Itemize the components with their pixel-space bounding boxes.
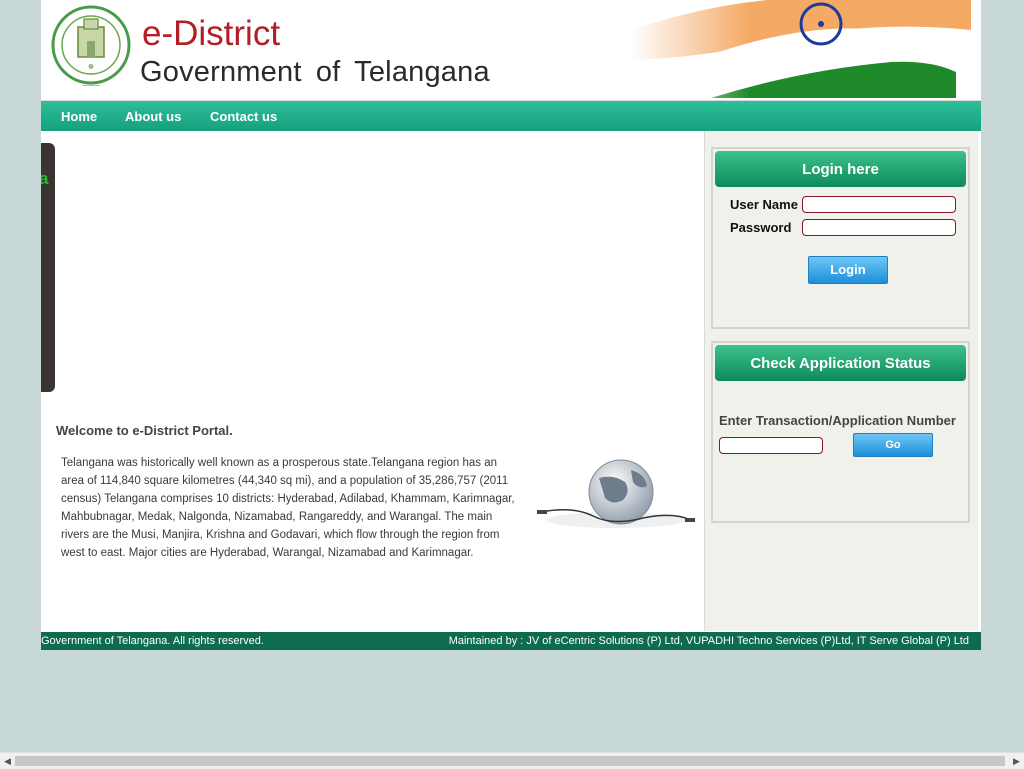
site-title: e-District (142, 14, 281, 53)
main-nav: Home About us Contact us (41, 101, 981, 131)
go-button[interactable]: Go (853, 433, 933, 457)
scrollbar-thumb[interactable] (15, 756, 1005, 766)
welcome-heading: Welcome to e-District Portal. (56, 423, 233, 438)
nav-home-link[interactable]: Home (61, 101, 97, 133)
footer-copyright: Government of Telangana. All rights rese… (41, 635, 264, 647)
site-footer: Government of Telangana. All rights rese… (41, 632, 981, 650)
site-subtitle: Government of Telangana (140, 56, 490, 88)
indian-flag-graphic (631, 0, 971, 98)
username-input[interactable] (802, 196, 956, 213)
footer-maintainer: Maintained by : JV of eCentric Solutions… (448, 635, 969, 647)
password-input[interactable] (802, 219, 956, 236)
nav-contact-link[interactable]: Contact us (210, 101, 277, 133)
telangana-emblem-logo: ☸ ——— (51, 5, 131, 89)
login-panel: Login here User Name Password Login (711, 147, 970, 329)
login-button[interactable]: Login (808, 256, 888, 284)
intro-paragraph: Telangana was historically well known as… (61, 457, 515, 559)
globe-network-image (537, 459, 695, 528)
site-header: ☸ ——— e-District Government of Telangana (41, 0, 981, 101)
scroll-right-arrow-icon[interactable]: ▶ (1009, 753, 1024, 769)
transaction-number-input[interactable] (719, 437, 823, 454)
login-heading: Login here (715, 151, 966, 187)
nav-about-link[interactable]: About us (125, 101, 181, 133)
right-sidebar: Login here User Name Password Login Chec… (704, 131, 978, 631)
banner-slideshow: a (41, 143, 55, 392)
banner-text-fragment: a (41, 169, 49, 188)
status-heading: Check Application Status (715, 345, 966, 381)
transaction-number-label: Enter Transaction/Application Number (719, 413, 956, 428)
horizontal-scrollbar[interactable]: ◀ ▶ (0, 752, 1024, 769)
username-label: User Name (730, 197, 798, 212)
svg-text:☸: ☸ (88, 63, 94, 71)
scroll-left-arrow-icon[interactable]: ◀ (0, 753, 15, 769)
application-status-panel: Check Application Status Enter Transacti… (711, 341, 970, 523)
svg-text:———: ——— (82, 82, 100, 89)
password-label: Password (730, 220, 792, 235)
page: ☸ ——— e-District Government of Telangana… (41, 0, 981, 650)
